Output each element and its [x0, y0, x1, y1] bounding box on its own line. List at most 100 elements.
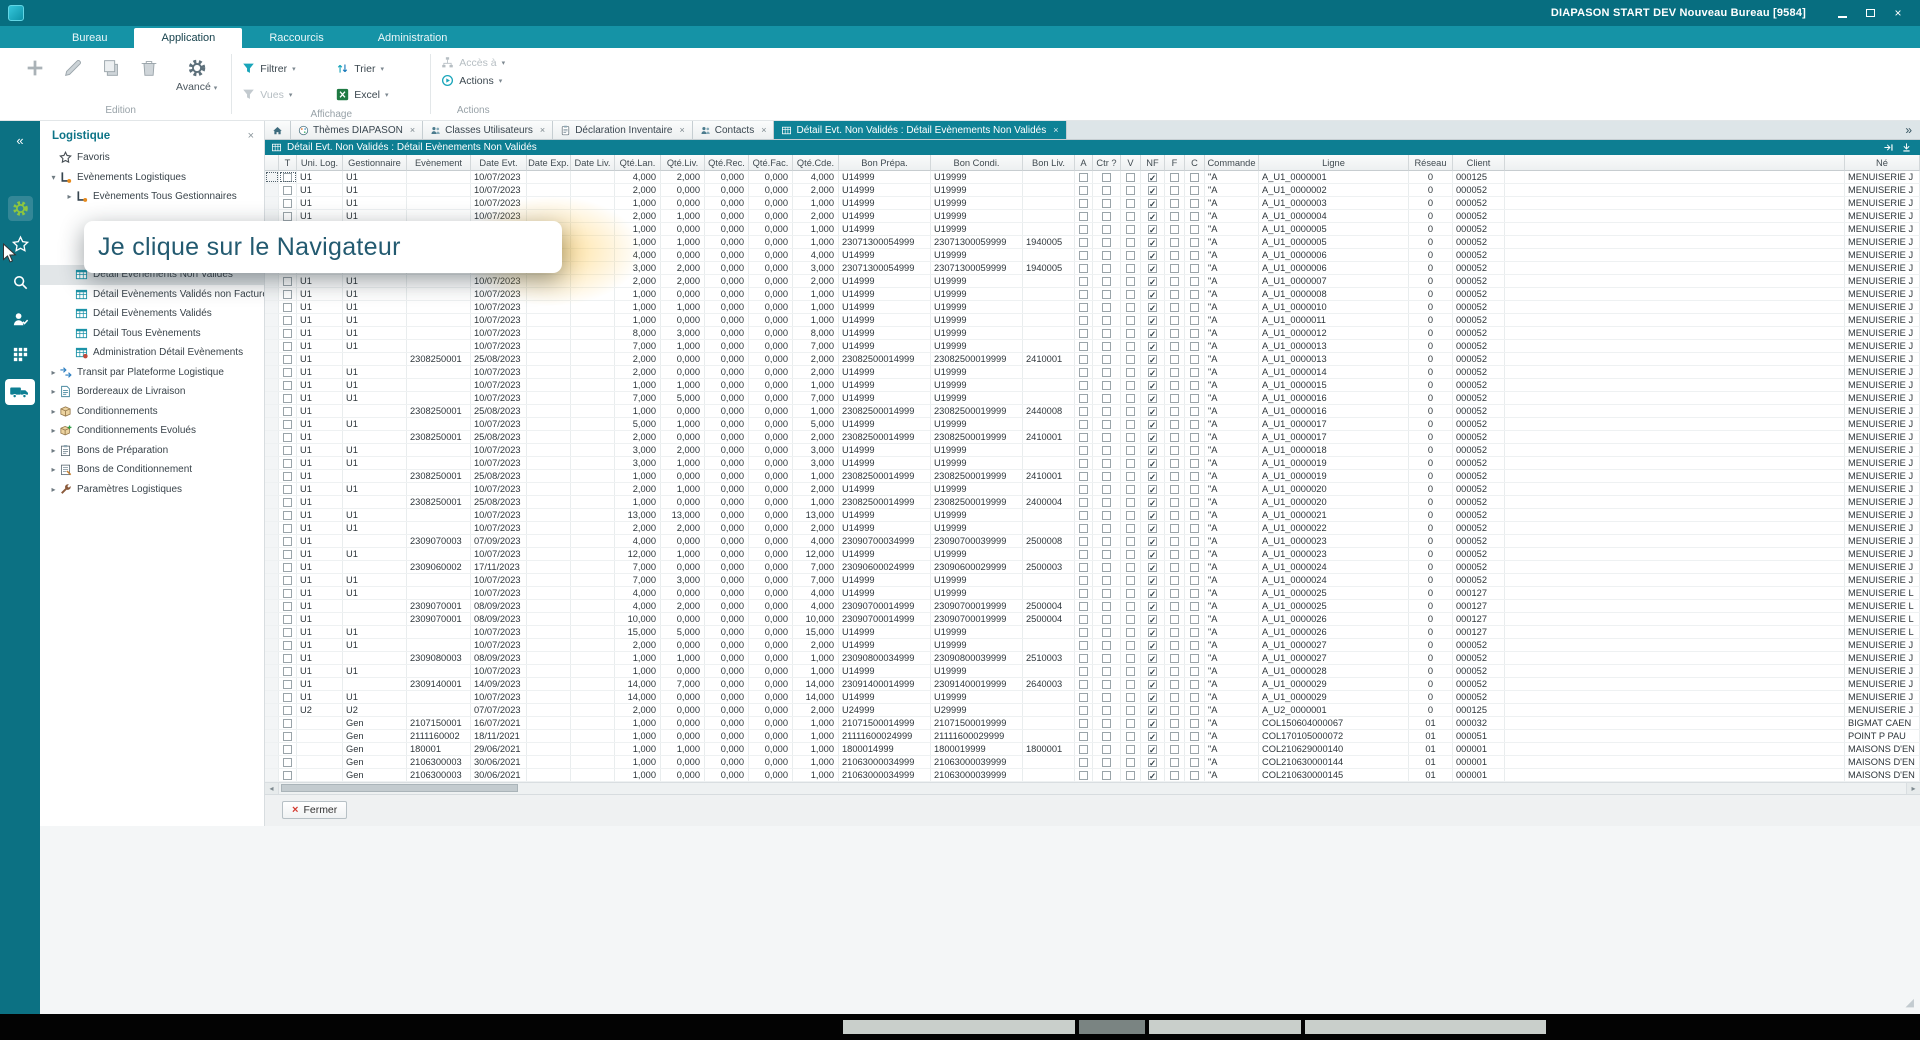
cell-v[interactable] [1121, 522, 1141, 534]
cell-ctr[interactable] [1093, 444, 1121, 456]
cell-client[interactable]: 000127 [1453, 626, 1505, 638]
cell-blank[interactable] [1505, 353, 1845, 365]
cell-qte_rec[interactable]: 0,000 [705, 327, 749, 339]
cell-qte_fac[interactable]: 0,000 [749, 665, 793, 677]
checkbox[interactable] [1126, 316, 1135, 325]
cell-commande[interactable]: "A [1205, 678, 1259, 690]
cell-t[interactable] [279, 756, 297, 768]
checkbox[interactable] [1126, 277, 1135, 286]
cell-nom[interactable]: MENUISERIE J [1845, 197, 1920, 209]
cell-ctr[interactable] [1093, 769, 1121, 781]
cell-bon_condi[interactable]: 23082500019999 [931, 496, 1023, 508]
cell-ctr[interactable] [1093, 730, 1121, 742]
cell-ligne[interactable]: A_U1_0000012 [1259, 327, 1409, 339]
table-row[interactable]: U1230907000307/09/20234,0000,0000,0000,0… [265, 535, 1920, 548]
table-row[interactable]: U1U110/07/20237,0001,0000,0000,0007,000U… [265, 340, 1920, 353]
cell-f[interactable] [1165, 704, 1185, 716]
cell-date_exp[interactable] [527, 184, 571, 196]
checkbox[interactable] [283, 758, 292, 767]
cell-a[interactable] [1075, 769, 1093, 781]
cell-client[interactable]: 000052 [1453, 535, 1505, 547]
cell-v[interactable] [1121, 717, 1141, 729]
checkbox[interactable] [1079, 771, 1088, 780]
checkbox[interactable] [1079, 654, 1088, 663]
checkbox[interactable] [1102, 550, 1111, 559]
cell-reseau[interactable]: 0 [1409, 184, 1453, 196]
cell-qte_rec[interactable]: 0,000 [705, 704, 749, 716]
close-button[interactable]: × [1888, 4, 1908, 22]
cell-c[interactable] [1185, 548, 1205, 560]
cell-c[interactable] [1185, 665, 1205, 677]
cell-date_evt[interactable]: 25/08/2023 [471, 431, 527, 443]
cell-commande[interactable]: "A [1205, 275, 1259, 287]
cell-t[interactable] [279, 288, 297, 300]
table-row[interactable]: U1230825000125/08/20232,0000,0000,0000,0… [265, 353, 1920, 366]
checkbox[interactable] [1126, 589, 1135, 598]
close-navigator-icon[interactable]: × [248, 130, 254, 142]
cell-date_exp[interactable] [527, 704, 571, 716]
cell-ctr[interactable] [1093, 314, 1121, 326]
checkbox[interactable] [1102, 732, 1111, 741]
chevron-right-icon[interactable]: ▸ [64, 192, 75, 201]
cell-date_liv[interactable] [571, 457, 615, 469]
cell-nf[interactable]: ✓ [1141, 197, 1165, 209]
cell-nf[interactable]: ✓ [1141, 496, 1165, 508]
cell-date_evt[interactable]: 10/07/2023 [471, 379, 527, 391]
checkbox[interactable]: ✓ [1148, 758, 1157, 767]
cell-qte_fac[interactable]: 0,000 [749, 366, 793, 378]
cell-date_liv[interactable] [571, 327, 615, 339]
checkbox[interactable] [1170, 433, 1179, 442]
checkbox[interactable] [1190, 329, 1199, 338]
cell-qte_fac[interactable]: 0,000 [749, 392, 793, 404]
cell-commande[interactable]: "A [1205, 587, 1259, 599]
table-row[interactable]: U1U110/07/20234,0002,0000,0000,0004,000U… [265, 171, 1920, 184]
cell-v[interactable] [1121, 743, 1141, 755]
cell-c[interactable] [1185, 405, 1205, 417]
checkbox[interactable] [1102, 667, 1111, 676]
menu-tab-bureau[interactable]: Bureau [45, 28, 134, 48]
cell-v[interactable] [1121, 444, 1141, 456]
cell-f[interactable] [1165, 587, 1185, 599]
checkbox[interactable] [283, 433, 292, 442]
table-row[interactable]: U1230825000125/08/20232,0000,0000,0000,0… [265, 431, 1920, 444]
cell-v[interactable] [1121, 548, 1141, 560]
cell-qte_cde[interactable]: 7,000 [793, 574, 839, 586]
advanced-button[interactable]: Avancé ▾ [176, 57, 217, 93]
cell-bon_liv[interactable] [1023, 587, 1075, 599]
cell-bon_liv[interactable] [1023, 704, 1075, 716]
cell-v[interactable] [1121, 769, 1141, 781]
cell-gest[interactable]: U1 [343, 626, 407, 638]
checkbox[interactable]: ✓ [1148, 316, 1157, 325]
cell-ctr[interactable] [1093, 704, 1121, 716]
cell-reseau[interactable]: 0 [1409, 483, 1453, 495]
cell-f[interactable] [1165, 288, 1185, 300]
cell-date_exp[interactable] [527, 379, 571, 391]
cell-a[interactable] [1075, 262, 1093, 274]
checkbox[interactable] [1170, 524, 1179, 533]
cell-reseau[interactable]: 0 [1409, 613, 1453, 625]
actions-button[interactable]: Actions▾ [439, 74, 507, 87]
cell-qte_fac[interactable]: 0,000 [749, 301, 793, 313]
cell-date_exp[interactable] [527, 717, 571, 729]
cell-a[interactable] [1075, 275, 1093, 287]
cell-blank[interactable] [1505, 769, 1845, 781]
cell-bon_condi[interactable]: 23090700019999 [931, 600, 1023, 612]
cell-qte_lan[interactable]: 4,000 [615, 587, 661, 599]
checkbox[interactable] [1170, 420, 1179, 429]
cell-date_evt[interactable]: 10/07/2023 [471, 314, 527, 326]
cell-blank[interactable] [1505, 418, 1845, 430]
cell-v[interactable] [1121, 600, 1141, 612]
checkbox[interactable]: ✓ [1148, 732, 1157, 741]
cell-unilog[interactable]: U1 [297, 535, 343, 547]
menu-tab-application[interactable]: Application [134, 28, 242, 48]
checkbox[interactable] [1170, 212, 1179, 221]
cell-bon_condi[interactable]: 23090700039999 [931, 535, 1023, 547]
col-header-date_evt[interactable]: Date Evt. [471, 155, 527, 171]
cell-bon_condi[interactable]: U19999 [931, 379, 1023, 391]
cell-sel[interactable] [265, 171, 279, 183]
cell-a[interactable] [1075, 314, 1093, 326]
cell-blank[interactable] [1505, 171, 1845, 183]
cell-reseau[interactable]: 0 [1409, 587, 1453, 599]
checkbox[interactable] [283, 732, 292, 741]
cell-a[interactable] [1075, 184, 1093, 196]
